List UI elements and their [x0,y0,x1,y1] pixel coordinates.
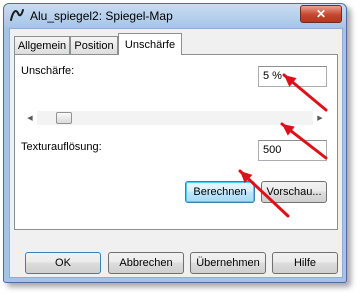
cancel-button[interactable]: Abbrechen [108,252,184,274]
tab-position[interactable]: Position [70,36,118,55]
help-button[interactable]: Hilfe [272,252,338,274]
slider-track[interactable] [37,111,313,125]
ok-button[interactable]: OK [25,252,101,274]
tab-panel-unschaerfe: Unschärfe: 5 % ◀ ▶ Texturauflösung: 500 … [14,54,338,230]
app-icon [10,9,24,21]
tab-allgemein[interactable]: Allgemein [14,36,70,55]
title-bar[interactable]: Alu_spiegel2: Spiegel-Map ✕ [4,4,346,28]
window-title: Alu_spiegel2: Spiegel-Map [30,9,173,23]
blur-slider[interactable]: ◀ ▶ [23,111,327,125]
slider-thumb[interactable] [56,112,72,124]
tab-label: Unschärfe [124,38,176,51]
dialog-client-area: Allgemein Position Unschärfe Unschärfe: … [9,28,343,278]
texture-resolution-label: Texturauflösung: [21,141,102,153]
tab-unschaerfe[interactable]: Unschärfe [118,33,182,55]
tab-label: Allgemein [17,40,67,52]
slider-left-arrow-icon[interactable]: ◀ [23,111,37,125]
preview-button[interactable]: Vorschau... [261,181,327,203]
preview-button-label: Vorschau... [266,186,322,198]
cancel-button-label: Abbrechen [119,257,173,269]
texture-resolution-field[interactable]: 500 [258,140,327,161]
help-button-label: Hilfe [293,257,316,269]
blur-value: 5 % [263,70,282,82]
blur-value-field[interactable]: 5 % [258,66,327,87]
close-button[interactable]: ✕ [300,5,342,23]
blur-label: Unschärfe: [21,65,75,77]
calculate-button-label: Berechnen [193,186,247,198]
texture-resolution-value: 500 [263,144,282,156]
slider-right-arrow-icon[interactable]: ▶ [313,111,327,125]
ok-button-label: OK [55,257,71,269]
tab-label: Position [74,40,114,52]
apply-button[interactable]: Übernehmen [190,252,266,274]
calculate-button[interactable]: Berechnen [185,181,255,203]
dialog-window: Alu_spiegel2: Spiegel-Map ✕ Allgemein Po… [3,3,347,283]
apply-button-label: Übernehmen [196,257,260,269]
close-icon: ✕ [315,7,327,21]
